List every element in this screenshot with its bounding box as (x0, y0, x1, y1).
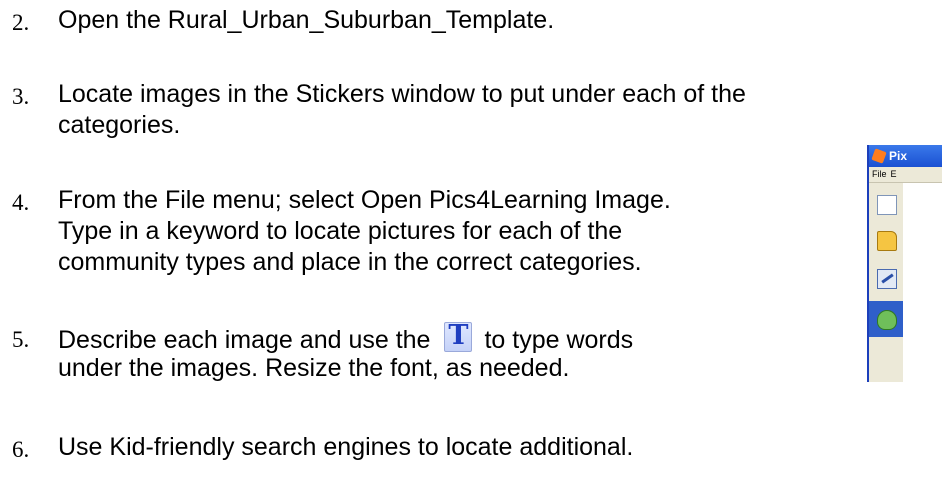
step-text: Locate images in the Stickers window to … (58, 80, 746, 108)
edit-picture-icon (877, 269, 897, 289)
text-tool-icon: T (444, 320, 473, 352)
step-text: Use Kid-friendly search engines to locat… (58, 433, 634, 461)
pixie-title-bar: Pix (869, 145, 942, 167)
stickers-icon (877, 310, 897, 330)
step-number: 2. (12, 10, 30, 35)
step-text-after-icon: to type words (484, 326, 634, 354)
pixie-logo-icon (871, 148, 887, 164)
text-tool-glyph: T (448, 320, 469, 351)
step-text: Open the Rural_Urban_Suburban_Template. (58, 6, 555, 34)
step-text: community types and place in the correct… (58, 248, 642, 276)
pixie-toolbar (869, 183, 903, 382)
step-number: 4. (12, 190, 30, 215)
pixie-title: Pix (889, 149, 908, 163)
new-document-icon (877, 195, 897, 215)
step-number: 3. (12, 84, 30, 109)
menu-edit: E (890, 169, 897, 179)
menu-file: File (872, 169, 887, 179)
pixie-window-screenshot: Pix File E (867, 145, 942, 382)
step-text: Describe each image and use the Tto type … (58, 322, 633, 356)
step-text-before-icon: Describe each image and use the (58, 326, 431, 354)
step-number: 5. (12, 327, 30, 352)
step-text: under the images. Resize the font, as ne… (58, 354, 570, 382)
open-folder-icon (877, 231, 897, 251)
step-number: 6. (12, 437, 30, 462)
pixie-menu-bar: File E (869, 167, 942, 183)
step-text: From the File menu; select Open Pics4Lea… (58, 186, 671, 214)
step-text: Type in a keyword to locate pictures for… (58, 217, 623, 245)
step-text: categories. (58, 111, 181, 139)
